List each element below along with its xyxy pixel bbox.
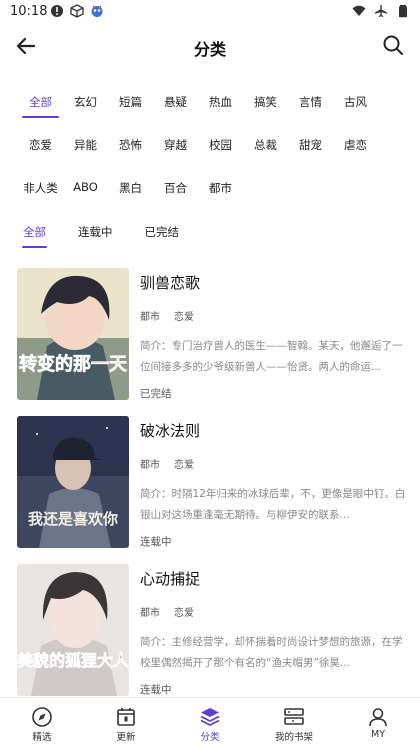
book-tags: 都市 恋爱 — [140, 308, 406, 323]
category-chip[interactable]: 悬疑 — [153, 90, 198, 118]
category-chip[interactable]: 异能 — [63, 133, 108, 161]
header: 分类 — [0, 28, 420, 64]
category-chip-all[interactable]: 全部 — [18, 90, 63, 118]
book-status: 连载中 — [140, 684, 172, 696]
book-tag: 恋爱 — [174, 312, 194, 323]
nav-item-updates[interactable]: 更新 — [84, 698, 168, 747]
category-row: 非人类 ABO 黑白 百合 都市 — [18, 176, 408, 219]
category-chip[interactable]: 搞笑 — [243, 90, 288, 118]
book-tag: 都市 — [140, 312, 160, 323]
bottom-nav: 精选 更新 分类 我的书架 MY — [0, 697, 420, 747]
nav-label: 精选 — [32, 732, 52, 743]
book-status: 连载中 — [140, 536, 172, 548]
category-row: 恋爱 异能 恐怖 穿越 校园 总裁 甜宠 虐恋 — [18, 133, 408, 176]
book-info: 驯兽恋歌 都市 恋爱 简介：专门治疗兽人的医生——智翰。某天，他邂逅了一位间接多… — [140, 268, 406, 401]
book-tags: 都市 恋爱 — [140, 456, 406, 471]
category-chip[interactable]: 黑白 — [108, 176, 153, 204]
app-notification-icon — [91, 5, 103, 17]
book-description: 简介：时隔12年归来的冰球后辈，不，更像是眼中钉。白银山对这场重逢毫无期待。与柳… — [140, 488, 406, 521]
nav-label: 分类 — [200, 732, 220, 743]
category-chip[interactable]: 古风 — [333, 90, 378, 118]
category-chip[interactable]: 总裁 — [243, 133, 288, 161]
cube-icon — [70, 4, 84, 18]
nav-item-categories[interactable]: 分类 — [168, 698, 252, 747]
book-tag: 恋爱 — [174, 460, 194, 471]
page-title: 分类 — [193, 40, 226, 59]
book-title[interactable]: 心动捕捉 — [140, 568, 406, 588]
category-grid: 全部 玄幻 短篇 悬疑 热血 搞笑 言情 古风 恋爱 异能 恐怖 穿越 校园 总… — [18, 90, 408, 219]
book-cover[interactable]: 转变的那一天 — [17, 268, 129, 400]
category-row: 全部 玄幻 短篇 悬疑 热血 搞笑 言情 古风 — [18, 90, 408, 133]
cover-title-text: 转变的那一天 — [19, 353, 128, 375]
book-title[interactable]: 驯兽恋歌 — [140, 272, 406, 292]
status-bar: 10:18 — [0, 0, 420, 24]
status-filter-all[interactable]: 全部 — [18, 220, 51, 248]
status-icons-left — [50, 4, 104, 18]
cover-illustration: 我还是喜欢你 — [17, 416, 129, 548]
book-info: 心动捕捉 都市 恋爱 简介：主修经营学，却怀揣着时尚设计梦想的旅源，在学校里偶然… — [140, 564, 406, 697]
search-icon[interactable] — [382, 34, 404, 56]
nav-item-my[interactable]: MY — [336, 698, 420, 747]
book-description: 简介：主修经营学，却怀揣着时尚设计梦想的旅源，在学校里偶然揭开了那个有名的“渔夫… — [140, 636, 403, 669]
book-item[interactable]: 我还是喜欢你 破冰法则 都市 恋爱 简介：时隔12年归来的冰球后辈，不，更像是眼… — [16, 416, 406, 564]
status-filter-ongoing[interactable]: 连载中 — [73, 220, 118, 248]
back-arrow-icon[interactable] — [14, 34, 38, 58]
category-chip[interactable]: ABO — [63, 176, 108, 204]
nav-item-bookshelf[interactable]: 我的书架 — [252, 698, 336, 747]
category-chip[interactable]: 非人类 — [18, 176, 63, 204]
status-time: 10:18 — [10, 4, 48, 19]
wifi-icon — [352, 5, 366, 16]
book-item[interactable]: 美貌的狐狸大人 心动捕捉 都市 恋爱 简介：主修经营学，却怀揣着时尚设计梦想的旅… — [16, 564, 406, 712]
cover-illustration: 转变的那一天 — [17, 268, 129, 400]
airplane-icon — [375, 5, 387, 17]
status-filter-row: 全部 连载中 已完结 — [18, 220, 206, 248]
category-chip[interactable]: 校园 — [198, 133, 243, 161]
category-chip[interactable]: 热血 — [198, 90, 243, 118]
book-title[interactable]: 破冰法则 — [140, 420, 406, 440]
nav-label: MY — [371, 729, 385, 740]
category-chip[interactable]: 玄幻 — [63, 90, 108, 118]
nav-label: 我的书架 — [274, 732, 313, 743]
alert-icon — [51, 5, 63, 17]
book-description: 简介：专门治疗兽人的医生——智翰。某天，他邂逅了一位间接多多的少爷级新兽人——怡… — [140, 340, 403, 373]
bookshelf-icon — [284, 708, 304, 725]
category-chip[interactable]: 短篇 — [108, 90, 153, 118]
book-list: 转变的那一天 驯兽恋歌 都市 恋爱 简介：专门治疗兽人的医生——智翰。某天，他邂… — [16, 268, 406, 712]
category-chip[interactable]: 穿越 — [153, 133, 198, 161]
book-tag: 都市 — [140, 460, 160, 471]
status-filter-completed[interactable]: 已完结 — [140, 220, 185, 248]
category-chip[interactable]: 甜宠 — [288, 133, 333, 161]
book-tag: 都市 — [140, 608, 160, 619]
category-chip[interactable]: 恐怖 — [108, 133, 153, 161]
compass-icon — [32, 707, 52, 727]
category-chip[interactable]: 虐恋 — [333, 133, 378, 161]
nav-item-featured[interactable]: 精选 — [0, 698, 84, 747]
layers-icon — [200, 708, 220, 726]
calendar-icon — [117, 708, 135, 726]
user-icon — [369, 708, 387, 727]
cover-title-text: 我还是喜欢你 — [28, 510, 118, 528]
battery-icon — [399, 5, 407, 18]
book-cover[interactable]: 我还是喜欢你 — [17, 416, 129, 548]
book-tags: 都市 恋爱 — [140, 604, 406, 619]
book-cover[interactable]: 美貌的狐狸大人 — [17, 564, 129, 696]
status-icons-right — [352, 4, 410, 18]
cover-title-text: 美貌的狐狸大人 — [17, 651, 129, 670]
book-tag: 恋爱 — [174, 608, 194, 619]
book-status: 已完结 — [140, 388, 172, 400]
nav-label: 更新 — [116, 732, 136, 743]
category-chip[interactable]: 都市 — [198, 176, 243, 204]
category-chip[interactable]: 恋爱 — [18, 133, 63, 161]
category-chip[interactable]: 百合 — [153, 176, 198, 204]
cover-illustration: 美貌的狐狸大人 — [17, 564, 129, 696]
book-item[interactable]: 转变的那一天 驯兽恋歌 都市 恋爱 简介：专门治疗兽人的医生——智翰。某天，他邂… — [16, 268, 406, 416]
category-chip[interactable]: 言情 — [288, 90, 333, 118]
book-info: 破冰法则 都市 恋爱 简介：时隔12年归来的冰球后辈，不，更像是眼中钉。白银山对… — [140, 416, 406, 549]
